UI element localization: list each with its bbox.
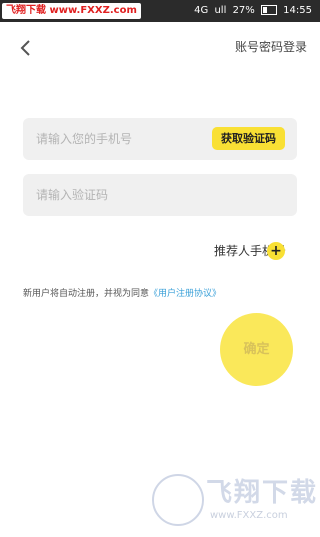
add-referrer-icon[interactable]: + xyxy=(267,242,285,260)
phone-input[interactable] xyxy=(36,118,206,160)
phone-field: 获取验证码 xyxy=(23,118,297,160)
status-icons: 4G ull 27% 14:55 xyxy=(191,0,312,22)
watermark-badge: 飞翔下载 www.FXXZ.com xyxy=(2,3,141,19)
battery-icon xyxy=(260,5,277,15)
watermark-circle-icon xyxy=(152,474,204,526)
battery-percent: 27% xyxy=(232,5,255,16)
get-verification-code-button[interactable]: 获取验证码 xyxy=(212,127,285,150)
status-time: 14:55 xyxy=(283,5,312,16)
agreement-text: 新用户将自动注册，并视为同意《用户注册协议》 xyxy=(23,287,221,301)
verification-code-input[interactable] xyxy=(36,174,206,216)
user-agreement-link[interactable]: 《用户注册协议》 xyxy=(149,289,221,299)
chevron-left-icon[interactable] xyxy=(16,38,36,58)
watermark-url: www.FXXZ.com xyxy=(210,510,288,521)
code-field xyxy=(23,174,297,216)
signal-icon: 4G xyxy=(194,5,209,16)
status-bar: 飞翔下载 www.FXXZ.com 4G ull 27% 14:55 xyxy=(0,0,320,22)
watermark-logo: 飞翔下载 www.FXXZ.com xyxy=(152,474,316,528)
confirm-button[interactable]: 确定 xyxy=(220,313,293,386)
network-icon: ull xyxy=(214,5,227,16)
watermark-brand: 飞翔下载 xyxy=(206,478,319,508)
account-password-login-link[interactable]: 账号密码登录 xyxy=(235,38,307,56)
agreement-prefix: 新用户将自动注册，并视为同意 xyxy=(23,289,150,299)
